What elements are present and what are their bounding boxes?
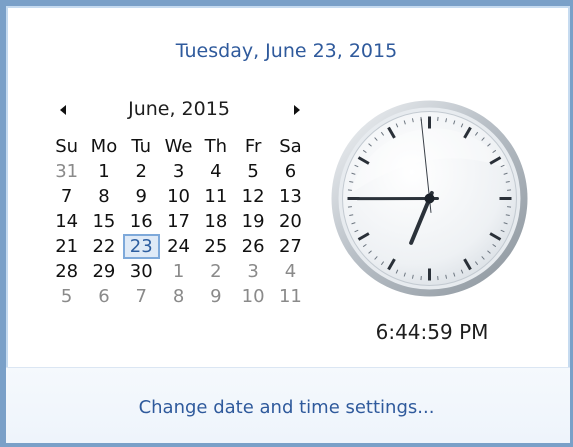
- weekday-header: Th: [204, 136, 228, 157]
- calendar-day[interactable]: 31: [48, 159, 85, 184]
- calendar-day[interactable]: 12: [234, 184, 271, 209]
- calendar-day[interactable]: 5: [234, 159, 271, 184]
- calendar-day[interactable]: 7: [123, 284, 160, 309]
- digital-time: 6:44:59 PM: [375, 320, 489, 344]
- weekday-header: Fr: [244, 136, 262, 157]
- calendar-day[interactable]: 8: [160, 284, 197, 309]
- calendar-day[interactable]: 16: [123, 209, 160, 234]
- calendar-day[interactable]: 8: [85, 184, 122, 209]
- calendar-day[interactable]: 6: [85, 284, 122, 309]
- calendar-day[interactable]: 10: [160, 184, 197, 209]
- change-settings-link[interactable]: Change date and time settings...: [0, 397, 573, 418]
- weekday-header: Su: [55, 136, 79, 157]
- month-title[interactable]: June, 2015: [48, 98, 310, 120]
- calendar-day[interactable]: 2: [197, 259, 234, 284]
- calendar-day[interactable]: 24: [160, 234, 197, 259]
- calendar-day[interactable]: 29: [85, 259, 122, 284]
- calendar-day[interactable]: 25: [197, 234, 234, 259]
- calendar-day[interactable]: 11: [272, 284, 309, 309]
- calendar-header: June, 2015: [48, 98, 310, 122]
- calendar-day[interactable]: 15: [85, 209, 122, 234]
- calendar-day[interactable]: 4: [272, 259, 309, 284]
- calendar-day[interactable]: 3: [234, 259, 271, 284]
- calendar-day[interactable]: 17: [160, 209, 197, 234]
- calendar-day[interactable]: 5: [48, 284, 85, 309]
- calendar-day[interactable]: 10: [234, 284, 271, 309]
- calendar-day[interactable]: 27: [272, 234, 309, 259]
- triangle-right-icon: [294, 105, 300, 115]
- full-date-link[interactable]: Tuesday, June 23, 2015: [0, 40, 573, 62]
- weekday-header: Tu: [131, 136, 152, 157]
- calendar-day[interactable]: 7: [48, 184, 85, 209]
- weekday-header: We: [164, 136, 193, 157]
- calendar-day[interactable]: 1: [160, 259, 197, 284]
- calendar-day[interactable]: 30: [123, 259, 160, 284]
- calendar-day[interactable]: 13: [272, 184, 309, 209]
- calendar-day[interactable]: 11: [197, 184, 234, 209]
- calendar-day[interactable]: 2: [123, 159, 160, 184]
- calendar-day[interactable]: 28: [48, 259, 85, 284]
- calendar-day[interactable]: 26: [234, 234, 271, 259]
- calendar-day[interactable]: 1: [85, 159, 122, 184]
- next-month-button[interactable]: [286, 100, 306, 120]
- clock-center-pin: [424, 193, 435, 204]
- calendar-day[interactable]: 18: [197, 209, 234, 234]
- calendar-day[interactable]: 20: [272, 209, 309, 234]
- calendar-day[interactable]: 14: [48, 209, 85, 234]
- analog-clock: [330, 99, 529, 298]
- calendar-day[interactable]: 9: [197, 284, 234, 309]
- calendar-day[interactable]: 9: [123, 184, 160, 209]
- clock-face-icon: [331, 100, 528, 297]
- footer-divider: [6, 367, 570, 368]
- calendar-day[interactable]: 19: [234, 209, 271, 234]
- calendar-day[interactable]: 3: [160, 159, 197, 184]
- calendar-day-selected[interactable]: 23: [122, 234, 160, 259]
- weekday-header: Mo: [90, 136, 118, 157]
- weekday-header: Sa: [279, 136, 302, 157]
- calendar-day[interactable]: 6: [272, 159, 309, 184]
- calendar-day[interactable]: 4: [197, 159, 234, 184]
- calendar-day[interactable]: 21: [48, 234, 85, 259]
- calendar-day[interactable]: 22: [85, 234, 122, 259]
- calendar-grid: Su Mo Tu We Th Fr Sa 31 1 2 3 4 5 6 7 8 9 10 11 12 13 14 15 16 1…: [48, 134, 309, 309]
